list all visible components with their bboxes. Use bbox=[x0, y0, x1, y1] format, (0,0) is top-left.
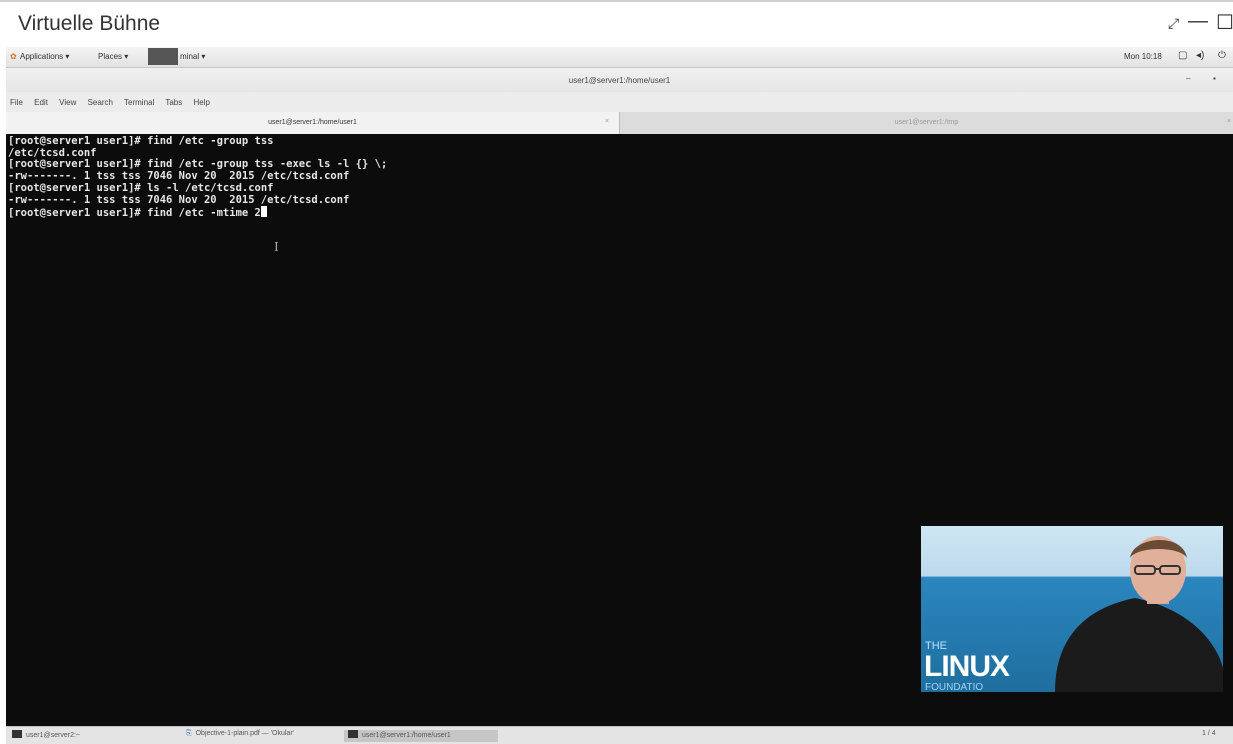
terminal-minimize-icon[interactable]: – bbox=[1186, 74, 1190, 83]
tab-label: user1@server1:/home/user1 bbox=[268, 119, 357, 126]
applications-icon: ✿ bbox=[10, 52, 17, 61]
terminal-app-icon bbox=[148, 48, 178, 65]
clock[interactable]: Mon 10:18 bbox=[1124, 52, 1162, 61]
workspace-indicator[interactable]: 1 / 4 bbox=[1202, 730, 1216, 742]
menu-terminal[interactable]: Terminal bbox=[124, 98, 154, 107]
terminal-line: [root@server1 user1]# find /etc -group t… bbox=[8, 135, 274, 147]
terminal-maximize-icon[interactable]: ▪ bbox=[1213, 74, 1216, 83]
logo-foundation: FOUNDATIO bbox=[925, 682, 984, 692]
document-icon: ⎘ bbox=[186, 730, 192, 737]
presenter-person bbox=[1055, 536, 1223, 692]
tab-home-user1[interactable]: user1@server1:/home/user1 × bbox=[6, 112, 620, 134]
terminal-tabs: user1@server1:/home/user1 × user1@server… bbox=[6, 112, 1233, 135]
terminal-app-menu[interactable]: minal ▾ bbox=[180, 52, 205, 61]
gnome-top-bar: ✿ Applications ▾ Places ▾ minal ▾ Mon 10… bbox=[6, 47, 1233, 68]
terminal-icon bbox=[12, 730, 22, 738]
maximize-icon[interactable]: ☐ bbox=[1216, 10, 1233, 35]
window-title: Virtuelle Bühne bbox=[18, 12, 161, 35]
ibeam-cursor-icon: I bbox=[274, 240, 279, 254]
task-user1-server2[interactable]: user1@server2:~ bbox=[12, 730, 80, 742]
places-menu[interactable]: Places ▾ bbox=[98, 52, 128, 61]
task-okular-pdf[interactable]: ⎘ Objective-1-plain.pdf — 'Okular' bbox=[186, 730, 294, 742]
terminal-line: [root@server1 user1]# ls -l /etc/tcsd.co… bbox=[8, 181, 274, 194]
menu-search[interactable]: Search bbox=[88, 98, 113, 107]
terminal-icon bbox=[348, 730, 358, 738]
terminal-text: [root@server1 user1]# find /etc -group t… bbox=[8, 135, 387, 220]
screen-icon[interactable]: ▢ bbox=[1178, 50, 1187, 61]
terminal-menubar: File Edit View Search Terminal Tabs Help bbox=[6, 92, 1233, 112]
tab-tmp[interactable]: user1@server1:/tmp × bbox=[620, 112, 1233, 134]
volume-icon[interactable]: ◂) bbox=[1196, 50, 1204, 61]
tab-label: user1@server1:/tmp bbox=[894, 119, 959, 126]
terminal-prompt-line: [root@server1 user1]# find /etc -mtime 2 bbox=[8, 207, 261, 220]
terminal-line: -rw-------. 1 tss tss 7046 Nov 20 2015 /… bbox=[8, 193, 350, 206]
terminal-titlebar: user1@server1:/home/user1 – ▪ bbox=[6, 68, 1233, 92]
menu-help[interactable]: Help bbox=[193, 98, 209, 107]
menu-tabs[interactable]: Tabs bbox=[165, 98, 182, 107]
terminal-line-current: [root@server1 user1]# find /etc -mtime 2 bbox=[8, 206, 387, 220]
bottom-taskbar: user1@server2:~ ⎘ Objective-1-plain.pdf —… bbox=[6, 726, 1233, 744]
power-icon[interactable]: ⏻ bbox=[1218, 50, 1226, 61]
minimize-icon[interactable]: — bbox=[1188, 10, 1208, 33]
text-cursor bbox=[260, 206, 267, 218]
presenter-video: THE LINUX FOUNDATIO bbox=[921, 526, 1223, 692]
outer-window-titlebar: Virtuelle Bühne ⤢ — ☐ bbox=[0, 0, 1233, 46]
logo-linux: LINUX bbox=[924, 650, 1010, 683]
task-user1-server1[interactable]: user1@server1:/home/user1 bbox=[344, 730, 498, 742]
terminal-title: user1@server1:/home/user1 bbox=[568, 76, 671, 85]
applications-menu[interactable]: Applications ▾ bbox=[20, 52, 69, 61]
close-icon[interactable]: × bbox=[1227, 118, 1231, 125]
menu-file[interactable]: File bbox=[10, 98, 23, 107]
close-icon[interactable]: × bbox=[605, 118, 609, 125]
menu-view[interactable]: View bbox=[59, 98, 76, 107]
fullscreen-icon[interactable]: ⤢ bbox=[1168, 15, 1179, 32]
menu-edit[interactable]: Edit bbox=[34, 98, 48, 107]
